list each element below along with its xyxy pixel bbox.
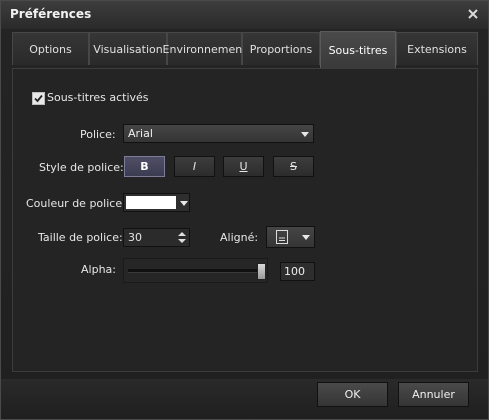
title-bar: Préférences (1, 1, 488, 29)
chevron-down-icon (301, 132, 309, 137)
alpha-slider[interactable] (123, 258, 268, 283)
font-size-spinner[interactable]: 30 (123, 228, 190, 247)
window-title: Préférences (10, 7, 92, 21)
ok-label: OK (344, 388, 361, 401)
italic-button[interactable]: I (174, 156, 215, 177)
subtitles-panel (12, 68, 478, 372)
tab-label: Extensions (407, 42, 467, 56)
spin-arrows-icon[interactable] (177, 230, 187, 245)
tab-proportions[interactable]: Proportions (242, 32, 320, 65)
bold-label: B (140, 160, 149, 173)
underline-button[interactable]: U (223, 156, 264, 177)
strikethrough-button[interactable]: S (273, 156, 314, 177)
strikethrough-label: S (290, 160, 297, 173)
tab-label: Options (29, 42, 72, 56)
font-color-label: Couleur de police: (26, 197, 126, 210)
italic-label: I (192, 160, 197, 173)
color-swatch (126, 196, 176, 209)
align-bottom-icon (276, 230, 288, 244)
align-select[interactable] (266, 226, 315, 248)
tab-visualisation[interactable]: Visualisation (89, 32, 167, 65)
tab-bar: Options Visualisation Environnement Prop… (12, 31, 478, 68)
ok-button[interactable]: OK (317, 382, 388, 407)
font-style-label: Style de police: (39, 161, 124, 174)
tab-environnement[interactable]: Environnement (163, 32, 247, 65)
underline-label: U (239, 160, 248, 173)
cancel-button[interactable]: Annuler (398, 382, 469, 407)
tab-label: Visualisation (93, 42, 163, 56)
font-color-picker[interactable] (123, 193, 190, 212)
slider-thumb[interactable] (257, 263, 266, 280)
tab-extensions[interactable]: Extensions (396, 32, 478, 65)
font-select[interactable]: Arial (123, 124, 314, 143)
tab-label: Proportions (249, 42, 313, 56)
slider-track (128, 269, 260, 273)
alpha-label: Alpha: (81, 263, 116, 276)
preferences-dialog: Préférences Options Visualisation Enviro… (0, 0, 489, 420)
subtitles-enabled-checkbox[interactable] (32, 92, 45, 105)
bold-button[interactable]: B (124, 156, 165, 177)
chevron-down-icon (302, 235, 310, 240)
tab-options[interactable]: Options (12, 32, 89, 65)
tab-label: Environnement (162, 42, 247, 56)
font-label: Police: (80, 128, 116, 141)
font-size-label: Taille de police: (38, 231, 123, 244)
subtitles-enabled-label: Sous-titres activés (47, 91, 149, 104)
tab-sous-titres[interactable]: Sous-titres (320, 31, 396, 68)
alpha-value-field[interactable]: 100 (280, 262, 315, 281)
close-icon[interactable] (465, 6, 481, 22)
font-value: Arial (128, 127, 153, 140)
alpha-value: 100 (284, 265, 305, 278)
tab-label: Sous-titres (328, 43, 388, 57)
font-size-value: 30 (128, 231, 142, 244)
cancel-label: Annuler (412, 388, 455, 401)
align-label: Aligné: (220, 231, 259, 244)
checkmark-icon (34, 94, 43, 103)
chevron-down-icon (180, 201, 188, 206)
